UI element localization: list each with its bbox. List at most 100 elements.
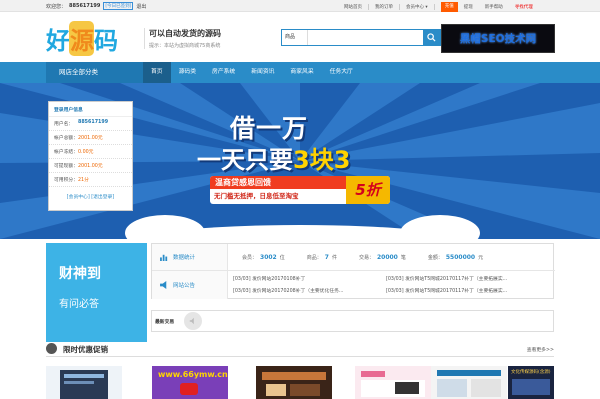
stat-value: 20000 (376, 253, 398, 261)
stat-key: 商品： (306, 254, 322, 261)
notice-label-text: 网站公告 (173, 283, 196, 289)
my-orders-link[interactable]: 我的订单 (369, 4, 400, 10)
stat-unit: 元 (478, 254, 484, 261)
nav-item-source-code[interactable]: 源码类 (171, 62, 204, 83)
promo-section-header: 限时优惠促销 查看更多>> (46, 343, 554, 357)
main-nav: 网店全部分类 首页 源码类 房产系统 新闻资讯 商家风采 任务大厅 (0, 62, 600, 83)
product-thumb[interactable] (46, 366, 122, 399)
login-panel-links[interactable]: [会员中心] [退出登录] (49, 187, 132, 206)
product-caption: 文化传媒源码(含源) (511, 370, 551, 375)
qa-promo-box[interactable]: 财神到 有问必答 (46, 243, 147, 342)
recharge-button[interactable]: 充值 (440, 2, 458, 12)
slogan: 可以自动发货的源码 提示：本站为虚拟商城75商系统 (144, 28, 221, 49)
product-thumb[interactable]: www.66ymw.cn (152, 366, 228, 399)
welcome-text: 欢迎您： (46, 3, 67, 10)
stat-unit: 件 (331, 254, 337, 261)
site-logo[interactable]: 好 源 码 (46, 21, 118, 56)
notice-list: [03/03] 发价网站20170108补丁 [03/03] 发价网站T5网城2… (228, 271, 555, 299)
ad-text: 黑帽SEO技术网 (459, 33, 537, 45)
nav-item-tasks[interactable]: 任务大厅 (322, 62, 361, 83)
logo-part-1: 好 (46, 27, 70, 55)
chart-icon (160, 254, 168, 261)
product-image (512, 379, 550, 395)
slogan-title: 可以自动发货的源码 (149, 29, 221, 38)
search-button[interactable] (423, 30, 440, 45)
help-link[interactable]: 新手帮助 (479, 4, 509, 10)
stat-key: 交易： (358, 254, 374, 261)
view-more-link[interactable]: 查看更多>> (527, 346, 554, 353)
all-categories-button[interactable]: 网店全部分类 (46, 62, 143, 83)
notice-item[interactable]: [03/03] 发价网站20170108补丁 (233, 275, 305, 282)
product-thumb[interactable] (431, 366, 507, 399)
stat-unit: 位 (279, 254, 285, 261)
promo-title: 温商贷感恩回馈 (210, 176, 348, 189)
search-bar: 商品 (281, 29, 441, 46)
latest-trades-label: 最新交易 (155, 319, 175, 325)
stat-key: 金额： (427, 254, 443, 261)
login-panel-title: 登录用户信息 (49, 102, 132, 117)
stat-value: 3002 (260, 253, 277, 261)
login-row: 帐户总额： 2001.00元 (49, 131, 132, 145)
row-key: 可用积分： (54, 178, 78, 183)
play-icon (180, 383, 198, 395)
product-thumb[interactable] (256, 366, 332, 399)
row-key: 帐户总额： (54, 136, 78, 141)
announcement-icon (160, 281, 167, 289)
banner-promo: 温商贷感恩回馈 无门槛无抵押，日息低至淘宝 5折 (210, 176, 390, 204)
product-thumb[interactable] (355, 366, 431, 399)
user-id[interactable]: 885617199 (69, 3, 100, 9)
stat-trades: 交易： 20000 笔 (359, 254, 406, 261)
home-link[interactable]: 网站首页 (338, 4, 369, 10)
promo-discount: 5折 (346, 176, 390, 204)
login-row: 帐户冻结： 0.00元 (49, 145, 132, 159)
nav-item-home[interactable]: 首页 (143, 62, 171, 83)
stat-members: 会员： 3002 位 (242, 254, 285, 261)
member-center-link[interactable]: 会员中心 ▾ (400, 4, 435, 10)
nav-item-news[interactable]: 新闻资讯 (243, 62, 282, 83)
nav-item-real-estate[interactable]: 房产系统 (204, 62, 243, 83)
product-list: www.66ymw.cn 文化传媒源码(含源) (46, 366, 554, 399)
nav-item-merchants[interactable]: 商家风采 (282, 62, 321, 83)
notice-item[interactable]: [03/03] 发价网站T5网城20170117补丁（主要拓展实... (386, 287, 507, 294)
row-key: 用户名： (54, 122, 74, 127)
ad-banner[interactable]: 黑帽SEO技术网 (441, 24, 555, 53)
logout-link[interactable]: 退出 (136, 3, 146, 10)
row-key: 可提现额： (54, 164, 78, 169)
notice-item[interactable]: [03/03] 发价网站T5网城20170117补丁（主要拓展实... (386, 275, 507, 282)
slogan-sub: 提示：本站为虚拟商城75商系统 (149, 43, 221, 49)
recruit-link[interactable]: 寻找代理 (509, 4, 539, 10)
logo-part-3: 码 (94, 27, 118, 55)
stat-unit: 笔 (400, 254, 406, 261)
search-icon (427, 33, 436, 42)
latest-trades: 最新交易 (151, 310, 554, 332)
login-row: 可提现额： 2001.00元 (49, 159, 132, 173)
logo-part-2: 源 (69, 21, 94, 56)
row-value: 2001.00元 (78, 136, 103, 141)
login-panel: 登录用户信息 用户名： 885617199 帐户总额： 2001.00元 帐户冻结：… (48, 101, 133, 211)
notice-item[interactable]: [03/03] 发价网站20170208补丁（主要优化任务... (233, 287, 343, 294)
withdraw-link[interactable]: 提现 (458, 4, 479, 10)
row-value: 21分 (78, 178, 89, 183)
top-bar: 欢迎您： 885617199 [今日已签到] 退出 网站首页 我的订单 会员中心… (0, 0, 600, 12)
banner-subheadline-b: 3块3 (293, 146, 351, 174)
banner-subheadline-a: 一天只要 (197, 146, 293, 174)
speaker-icon (184, 312, 202, 330)
stats-label-text: 数据统计 (173, 255, 196, 261)
stats-panel: 数据统计 会员： 3002 位 商品： 7 件 交易： 20000 笔 金额： 5500000… (151, 243, 555, 299)
search-category-select[interactable]: 商品 (282, 30, 308, 45)
banner-subheadline: 一天只要3块3 (197, 140, 350, 175)
stat-value: 7 (324, 253, 329, 261)
login-row: 用户名： 885617199 (49, 117, 132, 131)
row-value: 2001.00元 (78, 164, 103, 169)
product-thumb[interactable]: 文化传媒源码(含源) (508, 366, 554, 399)
stats-label: 数据统计 (152, 244, 228, 270)
search-input[interactable] (308, 30, 423, 45)
row-value: 0.00元 (78, 150, 94, 155)
clock-icon (46, 343, 57, 354)
stat-products: 商品： 7 件 (307, 254, 337, 261)
row-value: 885617199 (78, 120, 109, 125)
qa-title: 财神到 (59, 266, 101, 282)
row-key: 帐户冻结： (54, 150, 78, 155)
sign-in-tag[interactable]: [今日已签到] (103, 2, 134, 10)
login-row: 可用积分： 21分 (49, 173, 132, 187)
